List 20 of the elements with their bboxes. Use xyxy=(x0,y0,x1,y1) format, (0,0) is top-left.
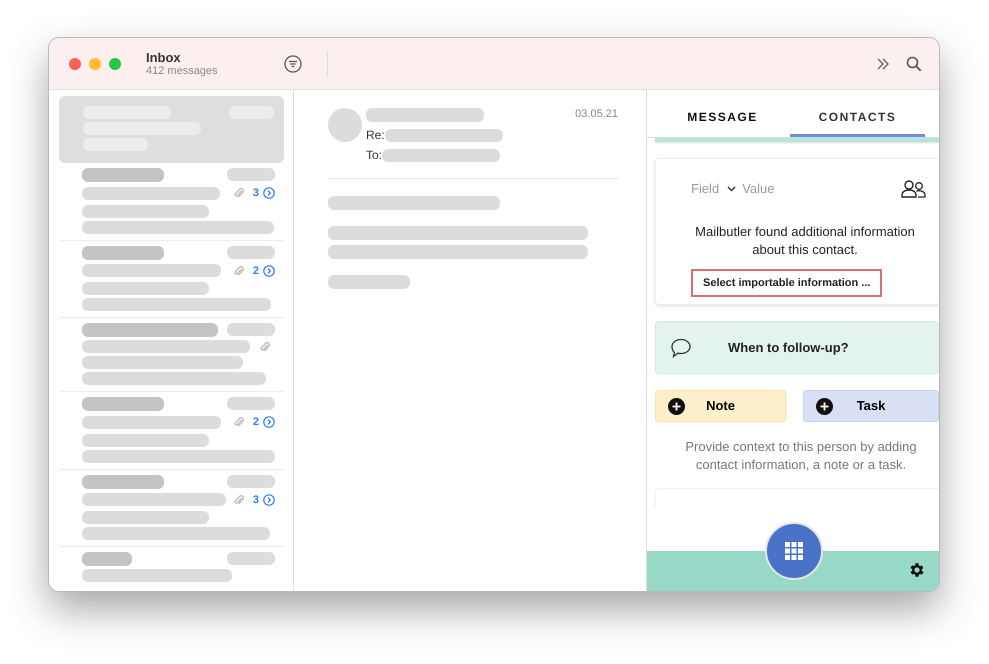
message-item[interactable]: 3 xyxy=(59,470,284,547)
message-item[interactable]: 2 xyxy=(59,240,284,318)
thread-count: 2 xyxy=(252,264,259,278)
thread-count: 3 xyxy=(252,186,259,201)
thread-count: 2 xyxy=(252,415,259,430)
subject-label: Re: xyxy=(366,127,385,144)
hint-text: Provide context to this person by adding contact information, a note or a task. xyxy=(684,438,918,474)
message-item[interactable]: 2 xyxy=(59,392,284,470)
task-button[interactable]: Task xyxy=(803,390,939,422)
message-count: 412 messages xyxy=(146,64,219,78)
thread-count: 3 xyxy=(252,492,259,508)
note-button[interactable]: Note xyxy=(655,390,786,422)
follow-up-button[interactable]: When to follow-up? xyxy=(655,321,939,374)
message-date: 03.05.21 xyxy=(575,107,618,122)
message-item[interactable]: 3 xyxy=(59,163,284,240)
window-title: Inbox xyxy=(146,50,182,64)
panel-tab[interactable]: MESSAGE xyxy=(655,108,790,137)
notice-text: Mailbutler found additional information about this contact. xyxy=(694,222,916,258)
recipient-label: To: xyxy=(366,147,382,164)
import-button[interactable]: Select importable information ... xyxy=(691,268,882,297)
